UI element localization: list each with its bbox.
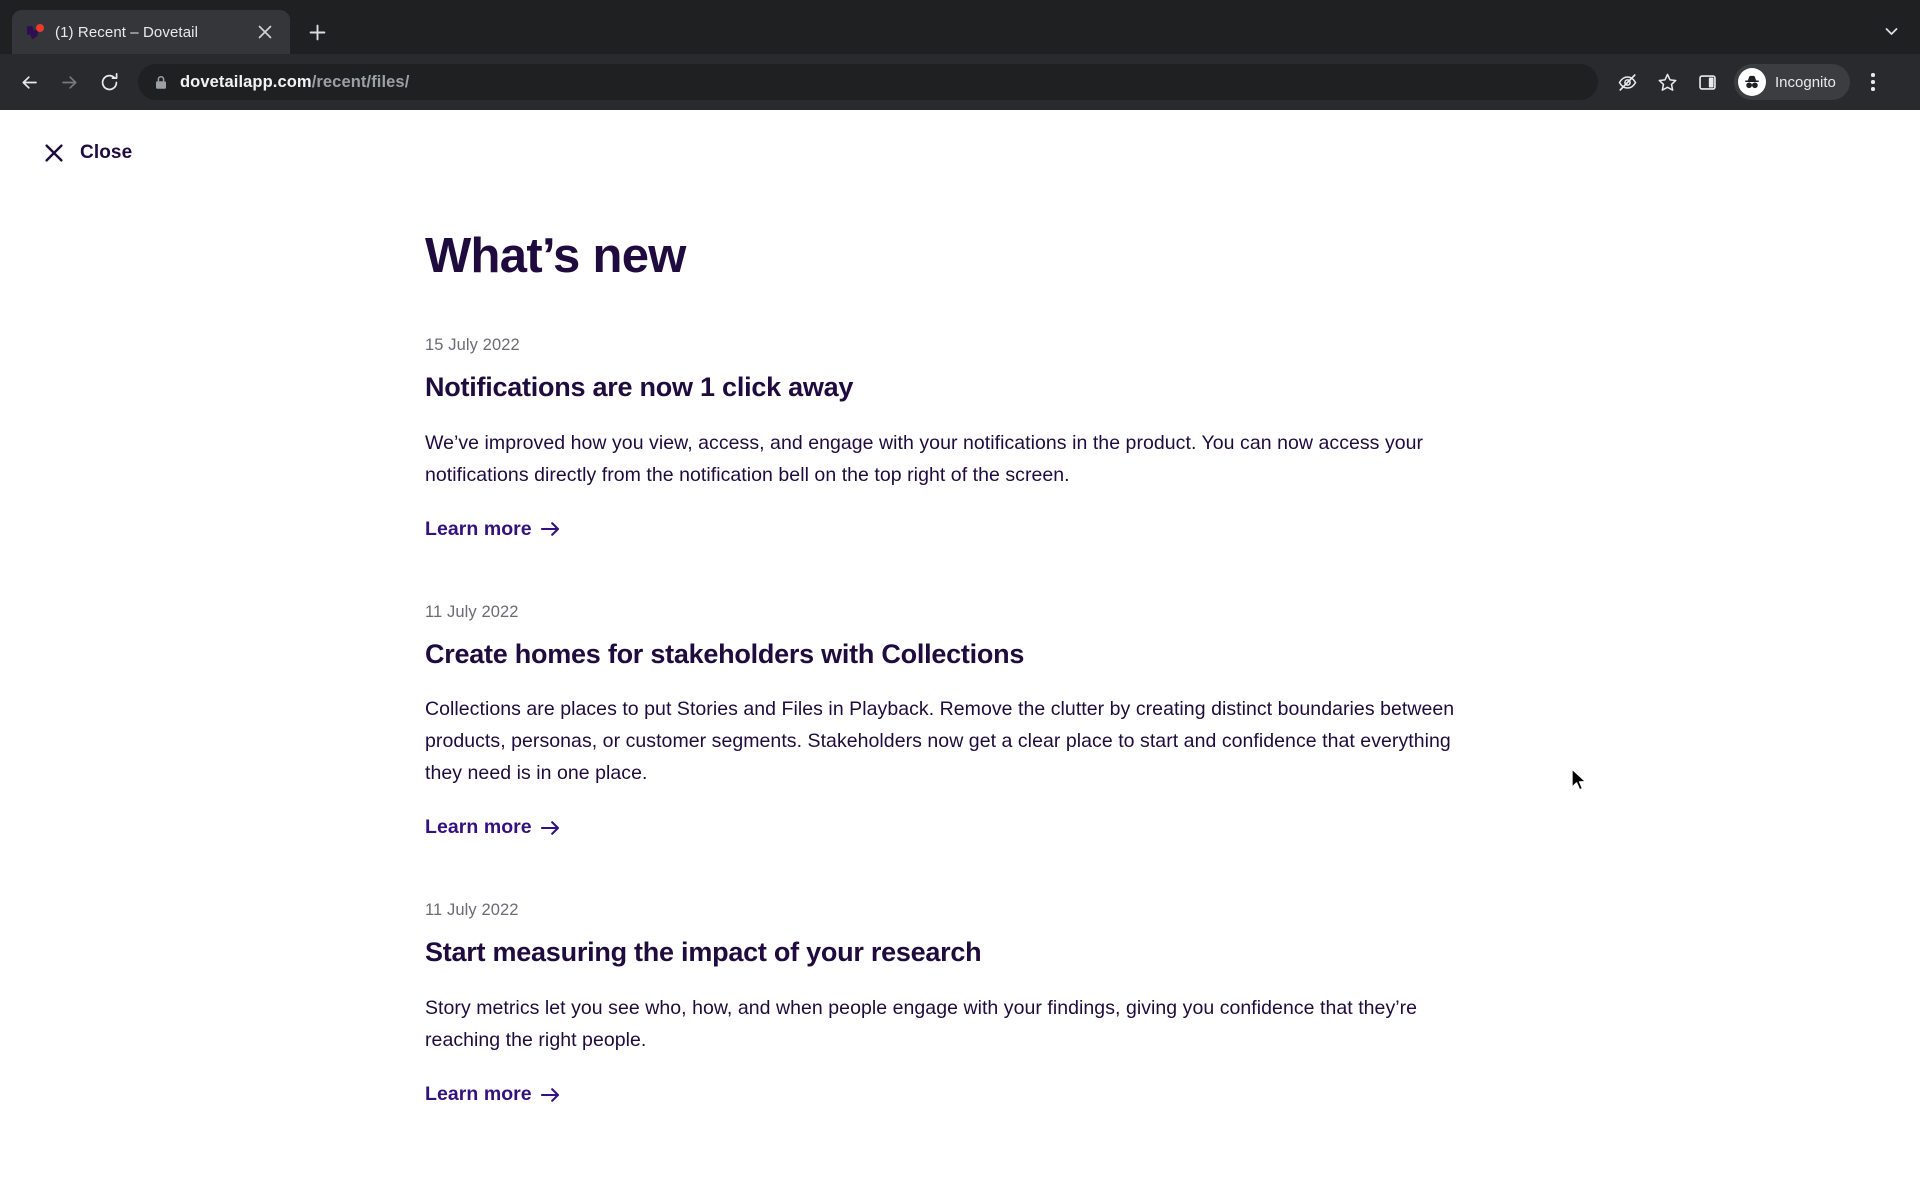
changelog-entry: 15 July 2022 Notifications are now 1 cli…	[425, 284, 1485, 541]
close-button[interactable]: Close	[34, 134, 144, 172]
entry-body: Story metrics let you see who, how, and …	[425, 997, 1418, 1052]
dovetail-logo-icon	[26, 23, 45, 42]
arrow-right-icon	[540, 820, 560, 836]
learn-more-link[interactable]: Learn more	[425, 518, 560, 541]
close-button-label: Close	[80, 142, 133, 163]
entry-title: Notifications are now 1 click away	[425, 371, 854, 402]
entry-body: Collections are places to put Stories an…	[425, 698, 1455, 785]
changelog-entry: 11 July 2022 Create homes for stakeholde…	[425, 541, 1485, 840]
three-dot-menu-icon[interactable]	[1856, 63, 1890, 101]
learn-more-label: Learn more	[425, 816, 532, 839]
new-tab-button[interactable]	[302, 17, 332, 47]
changelog-entry: 11 July 2022 Start measuring the impact …	[425, 839, 1485, 1106]
tab-strip: (1) Recent – Dovetail	[0, 0, 1920, 54]
learn-more-link[interactable]: Learn more	[425, 816, 560, 839]
url-path: /recent/files/	[311, 72, 410, 91]
entry-body: We’ve improved how you view, access, and…	[425, 431, 1424, 486]
url-host: dovetailapp.com	[180, 72, 312, 91]
browser-window: (1) Recent – Dovetail dovetailapp.com/re…	[0, 0, 1920, 1200]
reload-icon[interactable]	[90, 63, 128, 101]
entry-date: 11 July 2022	[425, 901, 519, 920]
lock-icon	[154, 75, 168, 90]
page-viewport: Close What’s new 15 July 2022 Notificati…	[0, 110, 1920, 1200]
mouse-cursor	[1571, 768, 1591, 794]
arrow-right-icon	[540, 521, 560, 537]
entry-date: 11 July 2022	[425, 602, 519, 621]
learn-more-link[interactable]: Learn more	[425, 1083, 560, 1106]
eye-slash-icon[interactable]	[1608, 63, 1646, 101]
toolbar-actions: Incognito	[1608, 63, 1890, 101]
address-bar[interactable]: dovetailapp.com/recent/files/	[138, 64, 1598, 100]
back-arrow-icon[interactable]	[10, 63, 48, 101]
tab-title: (1) Recent – Dovetail	[55, 23, 198, 41]
star-icon[interactable]	[1648, 63, 1686, 101]
learn-more-label: Learn more	[425, 517, 532, 540]
whats-new-panel: What’s new 15 July 2022 Notifications ar…	[425, 172, 1485, 1106]
side-panel-icon[interactable]	[1688, 63, 1726, 101]
profile-label: Incognito	[1775, 73, 1836, 91]
tab-search-chevron-down-icon[interactable]	[1876, 16, 1906, 46]
learn-more-label: Learn more	[425, 1083, 532, 1106]
close-bar: Close	[0, 110, 1920, 172]
entry-title: Create homes for stakeholders with Colle…	[425, 638, 1025, 669]
browser-toolbar: dovetailapp.com/recent/files/ Incognito	[0, 54, 1920, 110]
incognito-avatar-icon	[1738, 68, 1766, 96]
page-title: What’s new	[425, 229, 686, 283]
entry-date: 15 July 2022	[425, 335, 520, 354]
entry-title: Start measuring the impact of your resea…	[425, 937, 982, 968]
address-bar-url: dovetailapp.com/recent/files/	[180, 73, 409, 92]
forward-arrow-icon	[50, 63, 88, 101]
profile-incognito-chip[interactable]: Incognito	[1734, 64, 1850, 100]
arrow-right-icon	[540, 1087, 560, 1103]
close-x-icon	[44, 143, 64, 163]
browser-tab-active[interactable]: (1) Recent – Dovetail	[12, 10, 290, 54]
tab-close-icon[interactable]	[250, 17, 280, 47]
